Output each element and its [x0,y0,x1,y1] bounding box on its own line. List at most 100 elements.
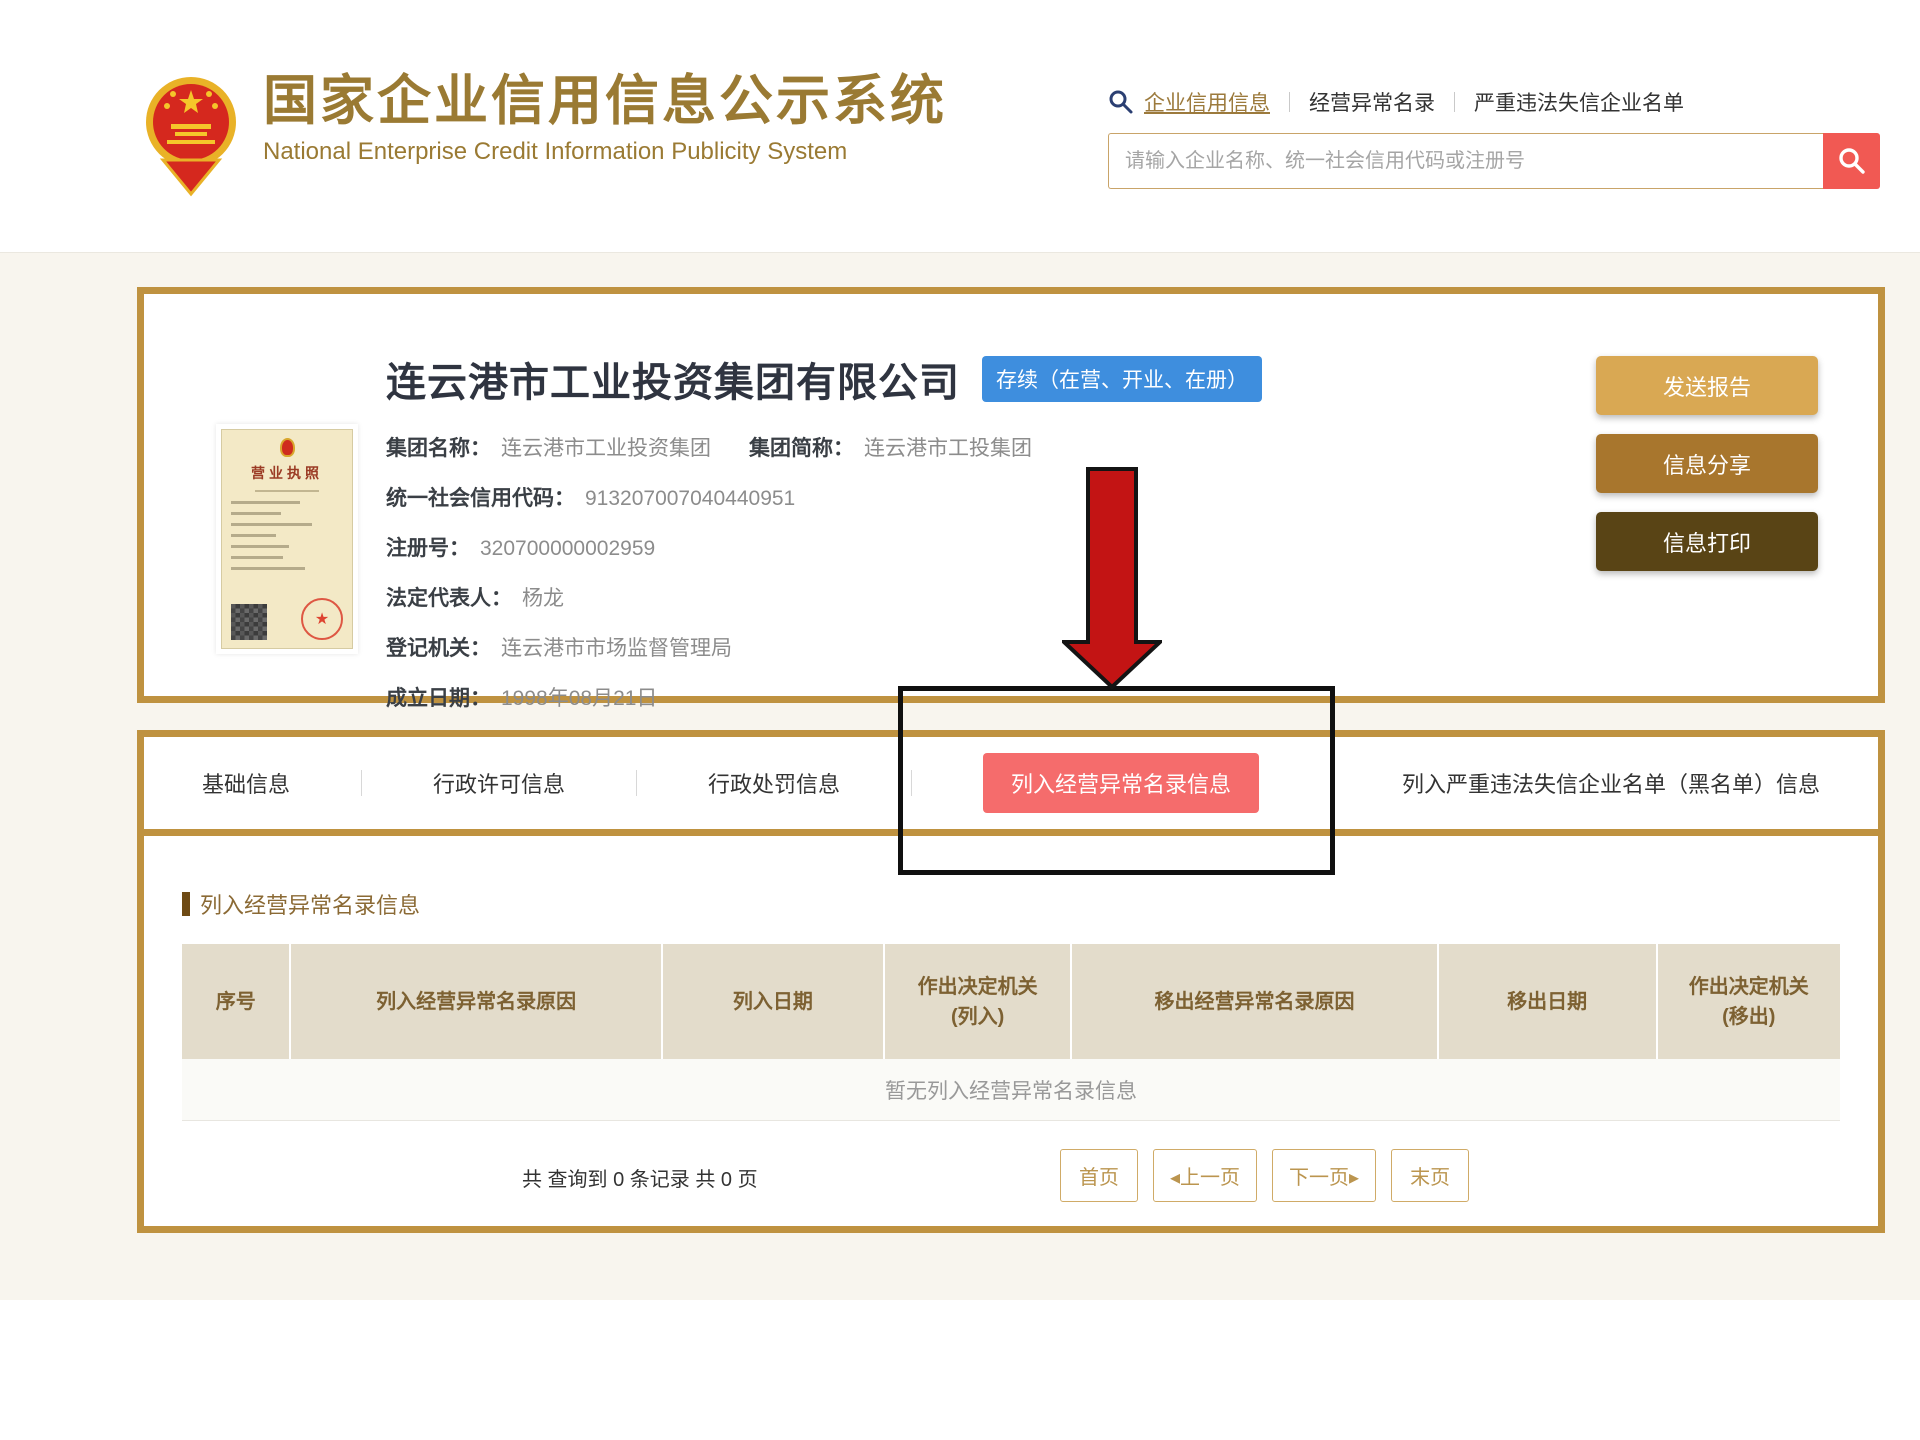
abnormal-table: 序号列入经营异常名录原因列入日期作出决定机关 (列入)移出经营异常名录原因移出日… [182,944,1840,1121]
header-nav: 企业信用信息 经营异常名录 严重违法失信企业名单 [1108,86,1880,118]
company-field-row: 注册号： 320700000002959 [386,532,1262,562]
tab-2[interactable]: 行政处罚信息 [708,767,840,799]
tab-separator [636,770,637,796]
table-header-cell-5: 移出日期 [1439,944,1658,1059]
field-value: 1998年08月21日 [501,682,657,712]
site-subtitle: National Enterprise Credit Information P… [263,138,947,166]
send-report-button[interactable]: 发送报告 [1596,356,1818,415]
abnormal-list-section: 列入经营异常名录信息 序号列入经营异常名录原因列入日期作出决定机关 (列入)移出… [144,836,1878,1233]
tab-separator [361,770,362,796]
company-field-row: 法定代表人： 杨龙 [386,582,1262,612]
nav-separator [1289,92,1290,112]
site-header: 国家企业信用信息公示系统 National Enterprise Credit … [0,0,1920,252]
nav-link-0[interactable]: 企业信用信息 [1144,87,1270,117]
tab-1[interactable]: 行政许可信息 [433,767,565,799]
pager: 首页 ◂上一页下一页▸ 末页 [1060,1149,1469,1202]
search-input[interactable] [1108,133,1823,189]
next-page-button[interactable]: 下一页▸ [1272,1149,1376,1202]
field-pair: 集团简称： 连云港市工投集团 [749,432,1032,462]
tab-row: 基础信息 行政许可信息 行政处罚信息 列入经营异常名录信息 列入严重违法失信企业名单（黑… [144,737,1878,829]
field-label: 统一社会信用代码： [386,482,575,512]
section-title-text: 列入经营异常名录信息 [200,888,420,920]
detail-card: 基础信息行政许可信息行政处罚信息列入经营异常名录信息列入严重违法失信企业名单（黑… [137,730,1885,1233]
field-pair: 登记机关： 连云港市市场监督管理局 [386,632,732,662]
table-header-row: 序号列入经营异常名录原因列入日期作出决定机关 (列入)移出经营异常名录原因移出日… [182,944,1840,1059]
red-seal-icon: ★ [301,598,343,640]
field-value: 连云港市工业投资集团 [501,432,711,462]
national-emblem-logo [145,70,237,198]
field-value: 杨龙 [522,582,564,612]
field-pair: 成立日期： 1998年08月21日 [386,682,657,712]
header-search-area: 企业信用信息 经营异常名录 严重违法失信企业名单 [1108,86,1880,189]
table-header-cell-0: 序号 [182,944,291,1059]
license-text-lines [231,501,343,570]
company-fields: 集团名称： 连云港市工业投资集团 集团简称： 连云港市工投集团统一社会信用代码： 913… [386,432,1262,712]
record-count-summary: 共 查询到 0 条记录 共 0 页 [522,1163,758,1192]
field-value: 320700000002959 [480,537,655,561]
section-title: 列入经营异常名录信息 [182,888,1840,920]
page: 国家企业信用信息公示系统 National Enterprise Credit … [0,0,1920,1440]
field-pair: 法定代表人： 杨龙 [386,582,564,612]
nav-link-1[interactable]: 经营异常名录 [1309,87,1435,117]
field-value: 连云港市工投集团 [864,432,1032,462]
company-field-row: 统一社会信用代码： 913207007040440951 [386,482,1262,512]
field-pair: 统一社会信用代码： 913207007040440951 [386,482,795,512]
tab-0[interactable]: 基础信息 [202,767,290,799]
field-label: 登记机关： [386,632,491,662]
company-card: 营业执照 ★ 连云港 [137,287,1885,703]
search-icon [1108,89,1134,115]
brand-text: 国家企业信用信息公示系统 National Enterprise Credit … [263,70,947,166]
license-title: 营业执照 [231,463,343,483]
field-pair: 集团名称： 连云港市工业投资集团 [386,432,711,462]
prev-page-button[interactable]: ◂上一页 [1153,1149,1257,1202]
field-label: 集团名称： [386,432,491,462]
search-bar [1108,133,1880,189]
field-label: 法定代表人： [386,582,512,612]
field-value: 913207007040440951 [585,487,795,511]
seal-star-icon: ★ [315,609,329,629]
company-field-row: 集团名称： 连云港市工业投资集团 集团简称： 连云港市工投集团 [386,432,1262,462]
license-bottom: ★ [231,598,343,640]
brand: 国家企业信用信息公示系统 National Enterprise Credit … [145,70,947,198]
action-buttons: 发送报告信息分享信息打印 [1596,356,1818,571]
tab-separator [911,770,912,796]
company-info: 连云港市工业投资集团有限公司 存续（在营、开业、在册） 集团名称： 连云港市工业投… [386,350,1262,712]
field-label: 集团简称： [749,432,854,462]
nav-separator [1454,92,1455,112]
search-button[interactable] [1823,133,1880,189]
table-header-cell-6: 作出决定机关 (移出) [1658,944,1840,1059]
company-field-row: 成立日期： 1998年08月21日 [386,682,1262,712]
license-emblem-icon [280,438,295,457]
field-label: 注册号： [386,532,470,562]
last-page-button[interactable]: 末页 [1391,1149,1469,1202]
table-header-cell-4: 移出经营异常名录原因 [1072,944,1438,1059]
site-title: 国家企业信用信息公示系统 [263,70,947,132]
table-header-cell-1: 列入经营异常名录原因 [291,944,662,1059]
business-license-cert: 营业执照 ★ [221,429,353,649]
status-badge: 存续（在营、开业、在册） [982,356,1262,402]
pagination-row: 共 查询到 0 条记录 共 0 页 首页 ◂上一页下一页▸ 末页 [182,1121,1840,1233]
tab-4[interactable]: 列入严重违法失信企业名单（黑名单）信息 [1402,767,1820,799]
company-field-row: 登记机关： 连云港市市场监督管理局 [386,632,1262,662]
tab-separator [1330,770,1331,796]
field-label: 成立日期： [386,682,491,712]
table-empty-row: 暂无列入经营异常名录信息 [182,1059,1840,1121]
print-info-button[interactable]: 信息打印 [1596,512,1818,571]
section-title-bar [182,892,190,916]
nav-links: 企业信用信息 经营异常名录 严重违法失信企业名单 [1144,87,1684,117]
search-button-icon [1837,146,1867,176]
license-divider [255,490,320,492]
table-header-cell-2: 列入日期 [663,944,885,1059]
field-pair: 注册号： 320700000002959 [386,532,655,562]
business-license-image: 营业执照 ★ [216,424,358,654]
qr-code-icon [231,604,267,640]
table-header-cell-3: 作出决定机关 (列入) [885,944,1072,1059]
share-info-button[interactable]: 信息分享 [1596,434,1818,493]
content-background: 营业执照 ★ 连云港 [0,252,1920,1300]
tab-3[interactable]: 列入经营异常名录信息 [983,753,1259,813]
field-value: 连云港市市场监督管理局 [501,632,732,662]
company-name: 连云港市工业投资集团有限公司 [386,350,960,408]
first-page-button[interactable]: 首页 [1060,1149,1138,1202]
nav-link-2[interactable]: 严重违法失信企业名单 [1474,87,1684,117]
gold-divider [144,829,1878,836]
